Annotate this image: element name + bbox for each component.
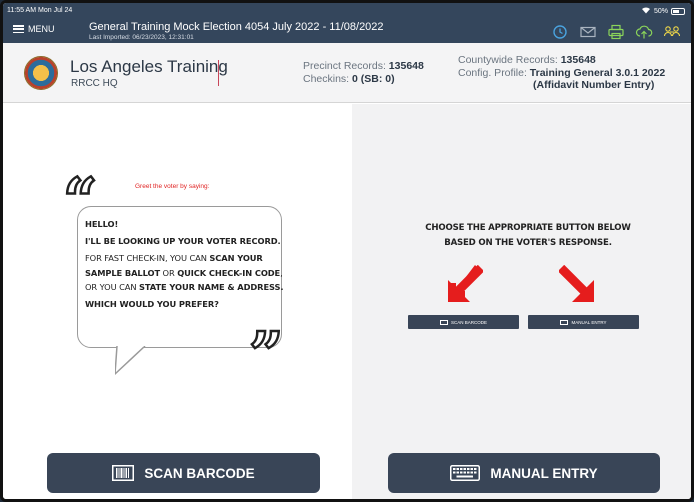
mini-manual-entry-button[interactable]: MANUAL ENTRY xyxy=(528,315,639,329)
precinct-value: 135648 xyxy=(388,60,424,72)
battery-icon xyxy=(671,7,685,15)
precinct-stats: Precinct Records: 135648 Checkins: 0 (SB… xyxy=(303,60,424,86)
script-line-options: For fast check-in, you can scan your sam… xyxy=(85,253,284,292)
battery-percent: 50% xyxy=(653,7,668,15)
org-location: RRCC HQ xyxy=(71,78,118,89)
precinct-label: Precinct Records: xyxy=(303,60,386,72)
top-nav-bar: 11:55 AM Mon Jul 24 50% MENU General Tra… xyxy=(3,3,691,43)
barcode-icon xyxy=(112,465,135,481)
printer-icon[interactable] xyxy=(607,24,625,40)
info-bar: Los Angeles Training RRCC HQ Precinct Re… xyxy=(3,43,691,103)
countywide-value: 135648 xyxy=(560,54,596,66)
countywide-stats: Countywide Records: 135648 Config. Profi… xyxy=(458,54,665,92)
voter-script: Hello! I'll be looking up your voter rec… xyxy=(85,217,285,314)
scan-barcode-button[interactable]: SCAN BARCODE xyxy=(47,453,320,493)
cloud-upload-icon[interactable] xyxy=(635,24,653,40)
county-seal-icon xyxy=(24,56,58,90)
barcode-icon xyxy=(439,319,448,325)
greet-instruction: Greet the voter by saying: xyxy=(135,183,210,190)
config-value-2: (Affidavit Number Entry) xyxy=(533,79,655,91)
keyboard-icon xyxy=(560,319,569,325)
script-line-prefer: Which would you prefer? xyxy=(85,299,219,310)
countywide-label: Countywide Records: xyxy=(458,54,558,66)
status-indicators: 50% xyxy=(641,6,685,16)
config-label: Config. Profile: xyxy=(458,66,527,79)
arrow-down-right-icon xyxy=(559,265,594,302)
election-title: General Training Mock Election 4054 July… xyxy=(89,21,384,33)
manual-entry-label: MANUAL ENTRY xyxy=(490,465,598,481)
choice-panel xyxy=(352,104,691,499)
menu-label: MENU xyxy=(28,24,55,34)
close-quote-icon: ” xyxy=(248,320,285,390)
history-icon[interactable] xyxy=(551,24,569,40)
wifi-icon xyxy=(641,6,651,16)
menu-button[interactable]: MENU xyxy=(13,24,55,34)
choice-instruction: Choose the appropriate button below base… xyxy=(425,223,631,248)
users-icon[interactable] xyxy=(663,24,681,40)
manual-entry-button[interactable]: MANUAL ENTRY xyxy=(388,453,660,493)
arrow-down-left-icon xyxy=(448,265,483,302)
checkins-value: 0 (SB: 0) xyxy=(352,73,395,85)
hamburger-icon xyxy=(13,25,24,33)
last-imported: Last Imported: 06/23/2023, 12:31:01 xyxy=(89,34,194,41)
org-name: Los Angeles Training xyxy=(70,57,228,76)
script-line-lookup: I'll be looking up your voter record. xyxy=(85,236,281,247)
speech-bubble-tail xyxy=(115,346,146,376)
divider xyxy=(218,60,219,86)
scan-barcode-label: SCAN BARCODE xyxy=(144,465,255,481)
mini-scan-barcode-button[interactable]: SCAN BARCODE xyxy=(408,315,519,329)
nav-icons xyxy=(551,24,681,40)
status-time: 11:55 AM Mon Jul 24 xyxy=(7,7,73,14)
app-frame: 11:55 AM Mon Jul 24 50% MENU General Tra… xyxy=(0,0,694,502)
checkins-label: Checkins: xyxy=(303,73,350,85)
script-line-hello: Hello! xyxy=(85,219,119,229)
config-value: Training General 3.0.1 2022 xyxy=(529,66,666,79)
keyboard-icon xyxy=(450,465,481,481)
mail-icon[interactable] xyxy=(579,24,597,40)
